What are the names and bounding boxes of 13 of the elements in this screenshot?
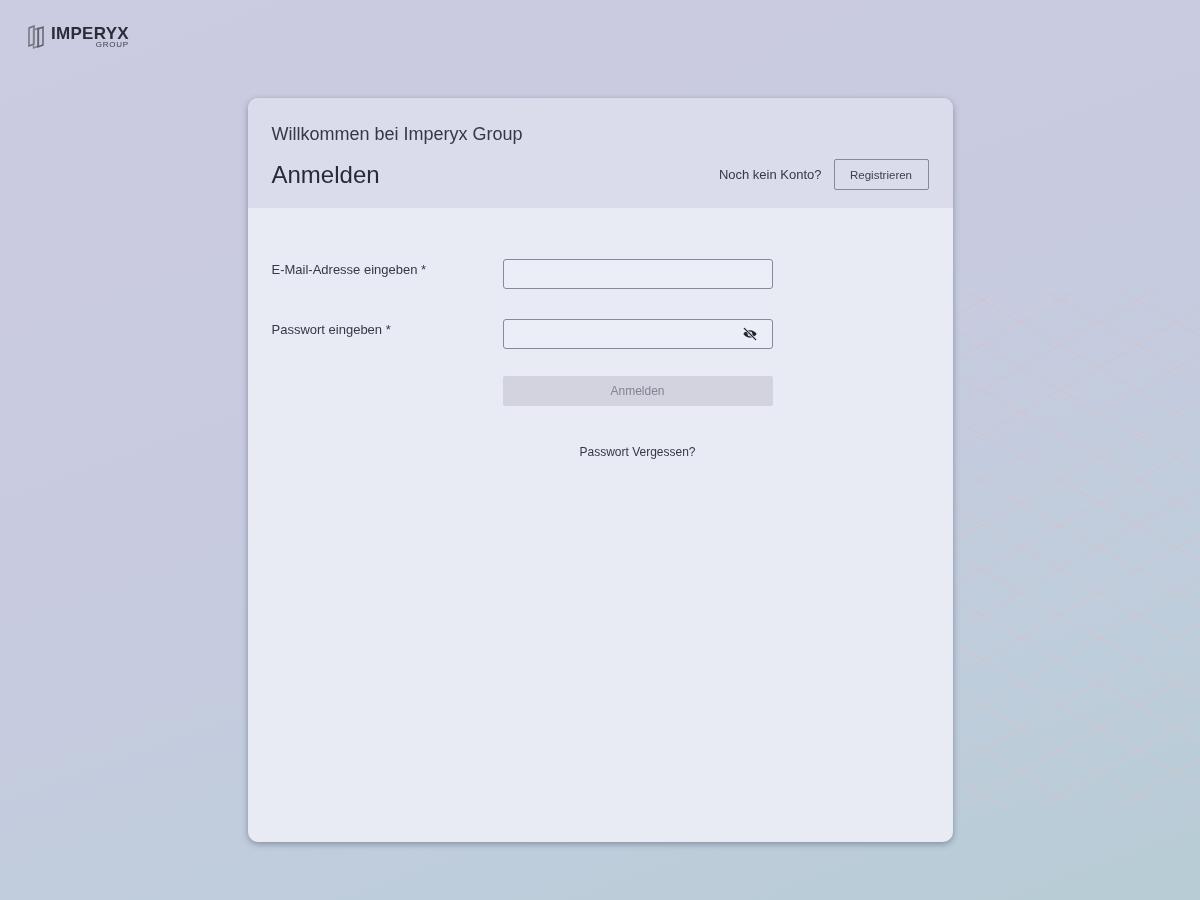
forgot-password-link[interactable]: Passwort Vergessen? [579, 445, 696, 459]
page-title: Anmelden [271, 159, 380, 190]
password-field[interactable] [502, 319, 773, 349]
register-button[interactable]: Registrieren [833, 159, 929, 190]
field-label: Passwort eingeben * [271, 321, 391, 338]
logo-subtitle: GROUP [95, 40, 129, 49]
eye-slash-icon[interactable] [741, 326, 758, 342]
logo-wordmark: IMPERYX [51, 25, 129, 41]
signup-prompt: Noch kein Konto? [718, 167, 822, 182]
field-label: E-Mail-Adresse eingeben * [271, 261, 427, 278]
welcome-text: Willkommen bei Imperyx Group [271, 123, 523, 145]
email-field[interactable] [502, 259, 773, 289]
logo-mark-icon [28, 25, 44, 49]
